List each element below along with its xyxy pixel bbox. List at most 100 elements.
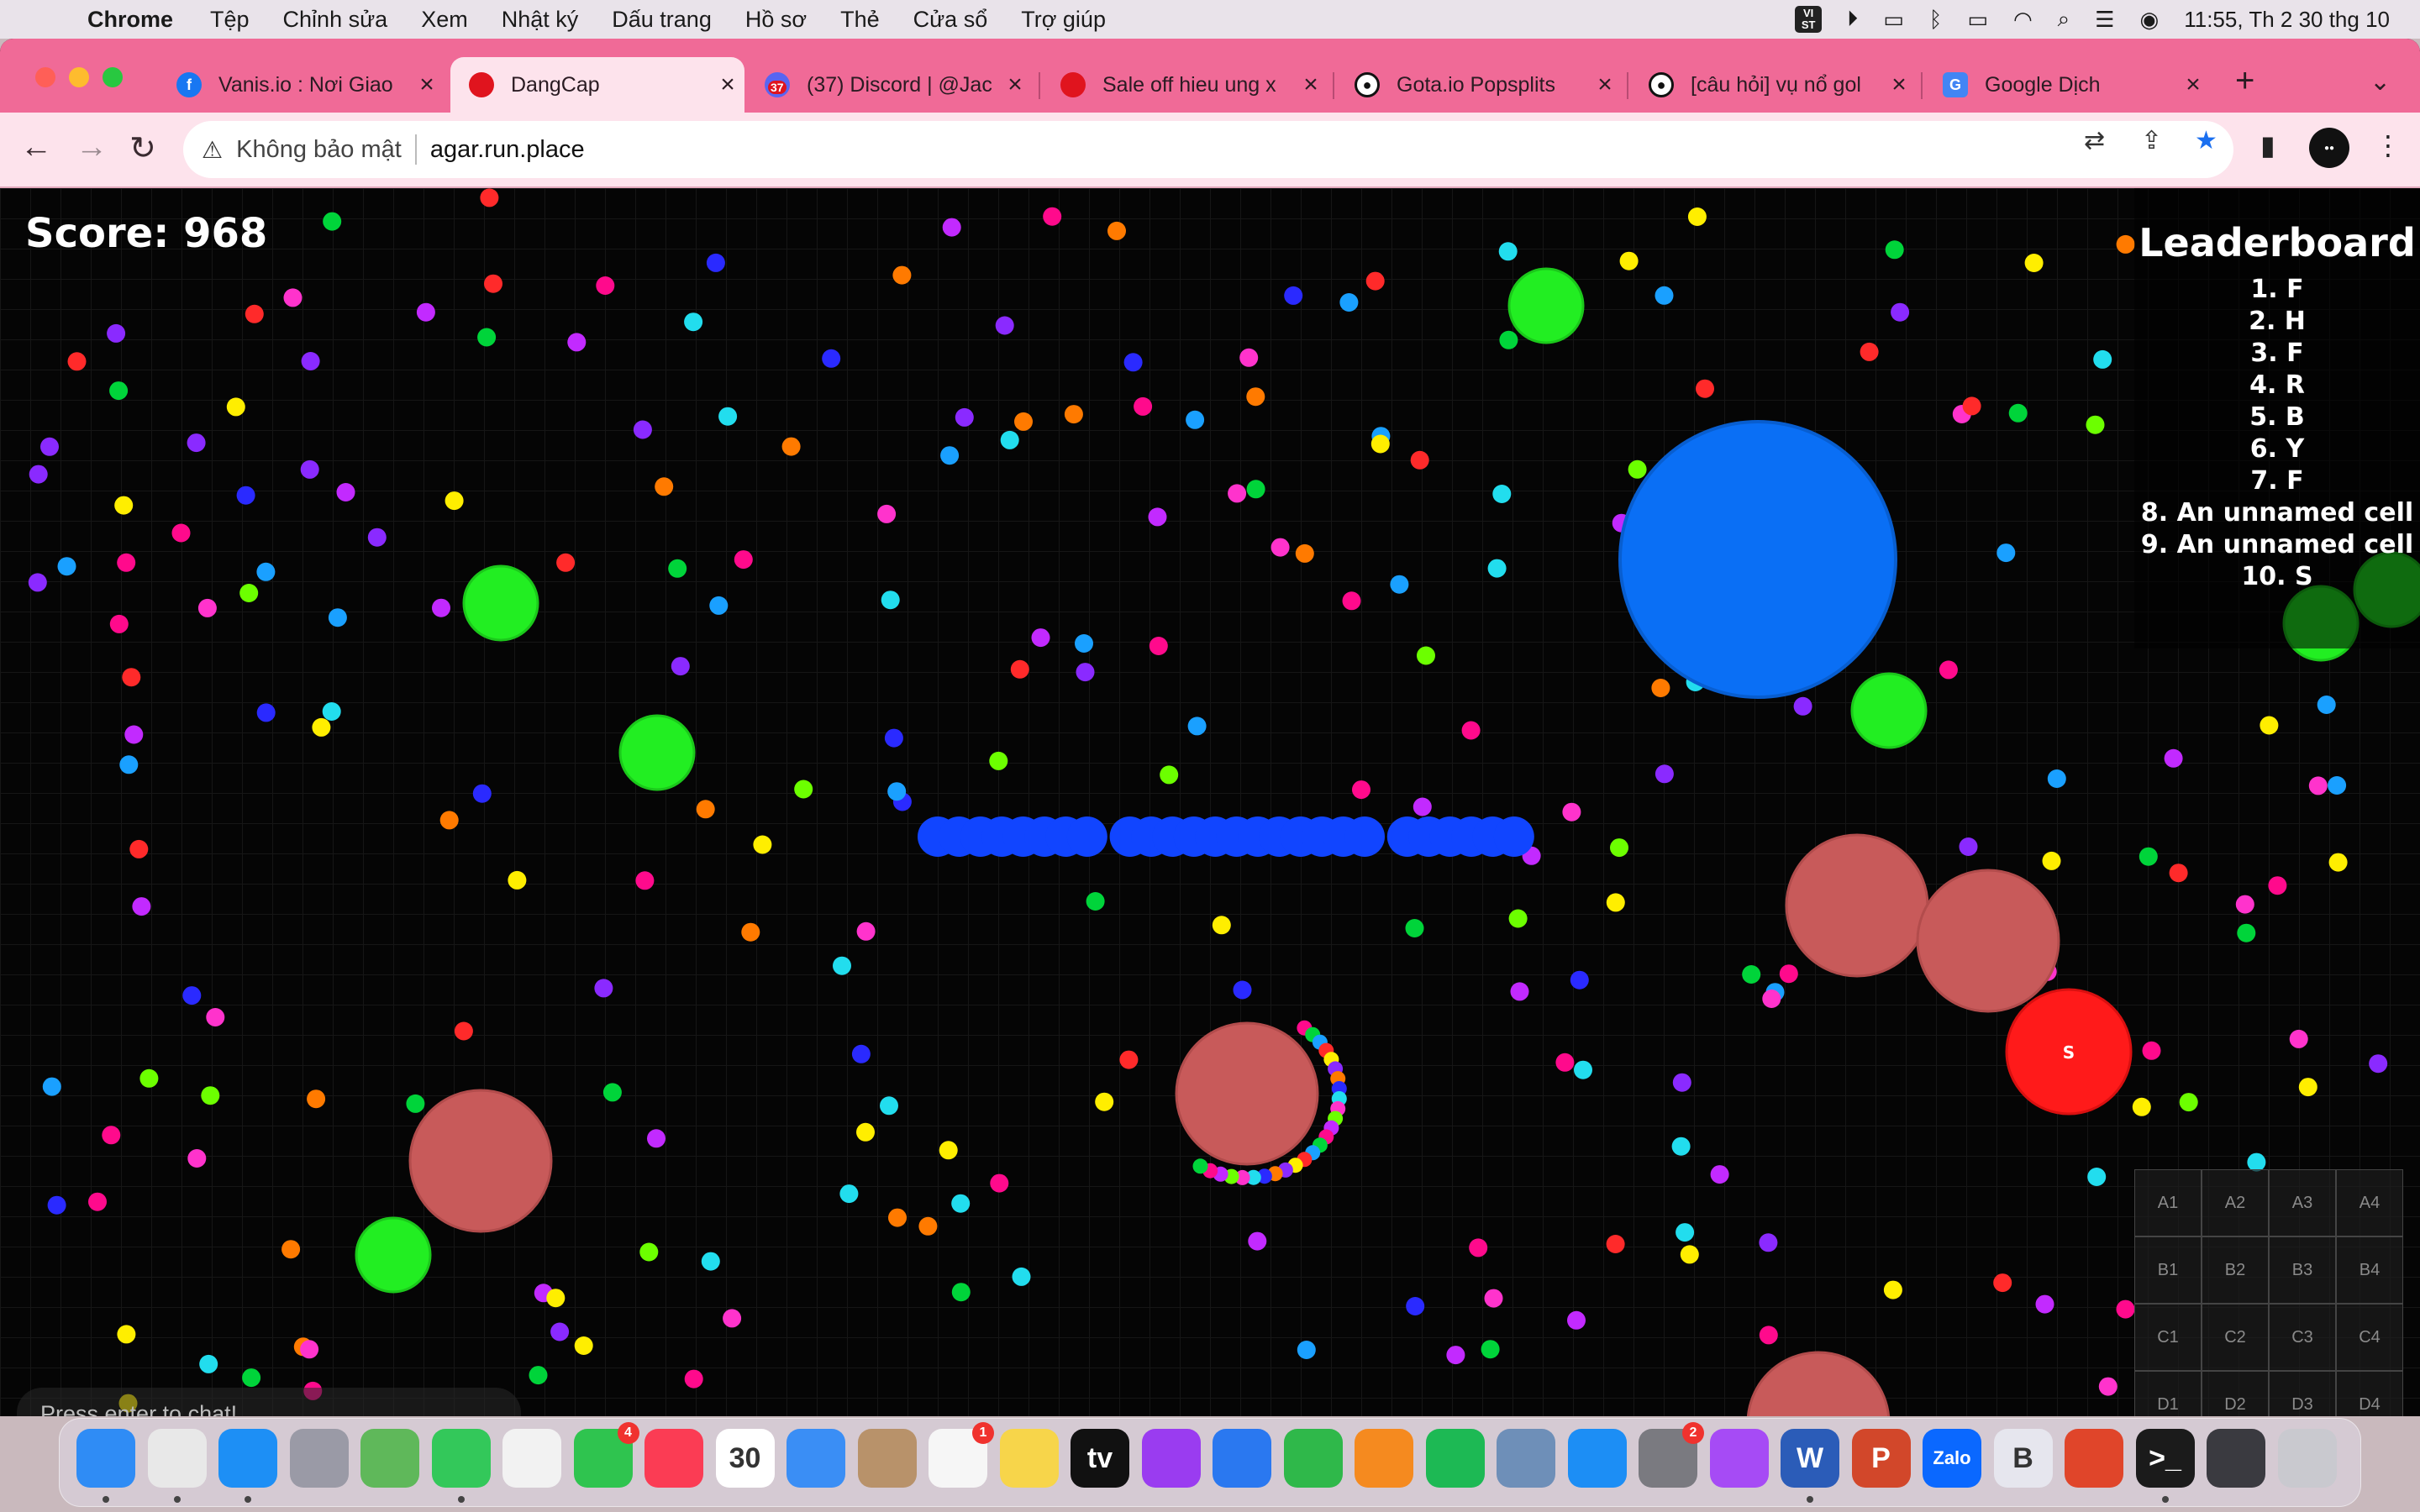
tab-search-chevron-icon[interactable]: ⌄: [2370, 67, 2391, 97]
close-tab-icon[interactable]: ×: [410, 71, 444, 99]
reminders-icon[interactable]: 1: [929, 1422, 994, 1488]
tab-google-translate[interactable]: G Google Dịch ×: [1924, 57, 2210, 113]
food-pellet: [718, 407, 738, 426]
bookmark-star-icon[interactable]: ★: [2195, 126, 2217, 155]
facetime-icon[interactable]: 4: [573, 1422, 639, 1488]
menubar-item-file[interactable]: Tệp: [210, 7, 250, 33]
preview-icon[interactable]: [1497, 1429, 1555, 1488]
food-pellet: [1410, 450, 1429, 470]
address-bar[interactable]: ⚠ Không bảo mật agar.run.place: [183, 121, 2233, 178]
food-pellet: [2086, 415, 2105, 434]
spotify-icon[interactable]: [1425, 1429, 1485, 1488]
appstore-icon[interactable]: [1567, 1429, 1627, 1488]
menubar-item-bookmarks[interactable]: Dấu trang: [612, 7, 712, 33]
tab-dangcap[interactable]: DangCap ×: [450, 57, 744, 113]
appletv-icon[interactable]: tv: [1071, 1429, 1129, 1488]
food-pellet: [655, 477, 674, 496]
url-text[interactable]: agar.run.place: [430, 136, 585, 164]
siri-icon[interactable]: ◉: [2140, 7, 2160, 33]
tab-sale-off[interactable]: Sale off hieu ung x ×: [1042, 57, 1328, 113]
minimize-window-button[interactable]: [69, 67, 89, 87]
play-status-icon[interactable]: ⏵: [1847, 6, 1858, 33]
forward-button[interactable]: →: [76, 129, 108, 165]
spotlight-search-icon[interactable]: ⌕: [2058, 6, 2070, 33]
tab-cau-hoi[interactable]: ● [câu hỏi] vụ nổ gol ×: [1630, 57, 1916, 113]
music-icon[interactable]: [644, 1429, 703, 1488]
reload-button[interactable]: ↻: [129, 129, 156, 167]
remote-desktop-icon[interactable]: [2065, 1429, 2123, 1488]
close-window-button[interactable]: [35, 67, 55, 87]
keyboard-icon[interactable]: [2207, 1429, 2265, 1488]
warning-triangle-icon[interactable]: ⚠: [202, 136, 223, 164]
bbedit-icon[interactable]: B: [1993, 1429, 2053, 1488]
menubar-item-tab[interactable]: Thẻ: [840, 7, 880, 33]
control-center-icon[interactable]: ☰: [2095, 7, 2114, 33]
close-tab-icon[interactable]: ×: [1882, 71, 1916, 99]
pages-icon[interactable]: [1355, 1429, 1413, 1488]
food-pellet: [884, 728, 903, 748]
photos-icon[interactable]: [502, 1429, 561, 1488]
terminal-icon[interactable]: >_: [2135, 1429, 2195, 1488]
bluetooth-icon[interactable]: ᛒ: [1929, 7, 1943, 33]
new-tab-button[interactable]: +: [2235, 62, 2254, 100]
close-tab-icon[interactable]: ×: [1588, 71, 1622, 99]
security-status[interactable]: Không bảo mật: [236, 136, 402, 164]
tab-gota[interactable]: ● Gota.io Popsplits ×: [1336, 57, 1622, 113]
battery-icon[interactable]: ▭: [1967, 7, 1988, 33]
food-pellet: [336, 483, 355, 501]
mail-icon[interactable]: [786, 1429, 845, 1488]
input-source-icon[interactable]: VI ST: [1795, 6, 1823, 33]
menubar-item-history[interactable]: Nhật ký: [502, 7, 579, 33]
close-tab-icon[interactable]: ×: [1294, 71, 1328, 99]
menubar-app-name[interactable]: Chrome: [87, 7, 173, 33]
food-pellet: [1228, 484, 1247, 503]
word-icon[interactable]: W: [1781, 1429, 1839, 1488]
profile-avatar[interactable]: ●●: [2309, 128, 2349, 168]
keynote-icon[interactable]: [1213, 1429, 1271, 1488]
leaderboard-entry: 3. F: [2250, 339, 2304, 368]
powerpoint-icon[interactable]: P: [1851, 1429, 1911, 1488]
calendar-icon[interactable]: 30: [715, 1429, 775, 1488]
notes-icon[interactable]: [999, 1429, 1059, 1488]
share-icon[interactable]: ⇪: [2141, 126, 2162, 155]
trash-icon[interactable]: [2277, 1429, 2337, 1488]
close-tab-icon[interactable]: ×: [711, 71, 744, 99]
launchpad-icon[interactable]: [289, 1429, 349, 1488]
chrome-menu-icon[interactable]: ⋮: [2375, 129, 2402, 161]
chat-input[interactable]: Press enter to chat!: [17, 1388, 521, 1416]
messages-icon[interactable]: [431, 1429, 491, 1488]
close-tab-icon[interactable]: ×: [2176, 71, 2210, 99]
podcasts-icon[interactable]: [1141, 1429, 1201, 1488]
food-pellet: [245, 304, 264, 323]
back-button[interactable]: ←: [20, 129, 52, 165]
tab-separator: [1921, 72, 1923, 99]
menubar-item-view[interactable]: Xem: [421, 7, 468, 33]
maps-icon[interactable]: [360, 1429, 419, 1488]
settings-icon[interactable]: 2: [1639, 1422, 1704, 1488]
zoom-window-button[interactable]: [103, 67, 123, 87]
food-pellet: [2035, 1294, 2054, 1314]
menubar-item-profiles[interactable]: Hồ sơ: [745, 7, 807, 33]
side-panel-icon[interactable]: ▮: [2260, 129, 2275, 161]
contacts-icon[interactable]: [857, 1429, 917, 1488]
tab-discord[interactable]: 37 (37) Discord | @Jac ×: [746, 57, 1032, 113]
close-tab-icon[interactable]: ×: [998, 71, 1032, 99]
finder-icon[interactable]: [76, 1429, 135, 1488]
wifi-icon[interactable]: ◠: [2013, 7, 2033, 33]
translate-page-icon[interactable]: ⇄: [2084, 126, 2105, 155]
leaderboard-title: Leaderboard: [2139, 220, 2416, 265]
display-icon[interactable]: ▭: [1883, 7, 1904, 33]
zalo-icon[interactable]: Zalo: [1923, 1429, 1981, 1488]
chrome-icon[interactable]: [147, 1429, 207, 1488]
split-cells-line: [918, 816, 1534, 857]
menubar-item-window[interactable]: Cửa sổ: [913, 7, 988, 33]
menubar-item-edit[interactable]: Chỉnh sửa: [283, 7, 388, 33]
menubar-clock[interactable]: 11:55, Th 2 30 thg 10: [2184, 7, 2390, 33]
numbers-icon[interactable]: [1283, 1429, 1343, 1488]
food-pellet: [2328, 776, 2347, 795]
tab-vanis[interactable]: f Vanis.io : Nơi Giao ×: [158, 57, 444, 113]
menubar-item-help[interactable]: Trợ giúp: [1021, 7, 1106, 33]
game-canvas[interactable]: S Score: 968 Leaderboard 1. F 2. H 3. F …: [0, 188, 2420, 1416]
safari-icon[interactable]: [218, 1429, 277, 1488]
messenger-icon[interactable]: [1709, 1429, 1769, 1488]
